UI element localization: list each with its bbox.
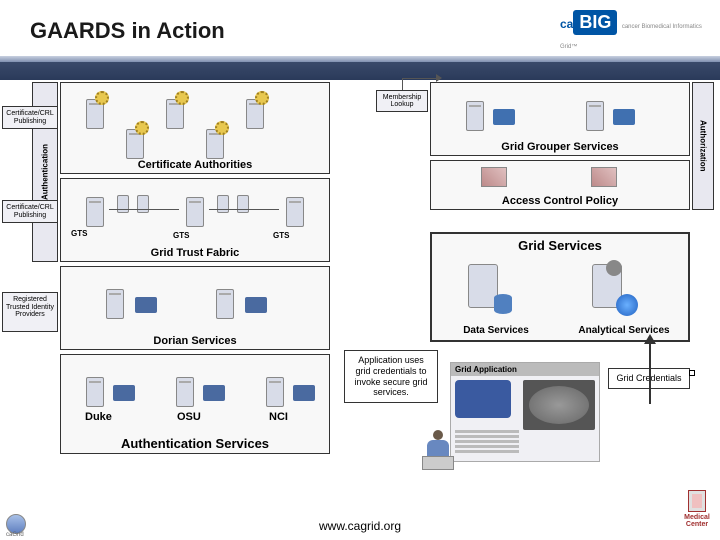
connector-line — [109, 209, 179, 210]
server-icon — [581, 93, 609, 131]
trusted-providers-callout: Registered Trusted Identity Providers — [2, 292, 58, 332]
callout-step-marker — [689, 370, 695, 376]
provider-label-duke: Duke — [85, 411, 112, 423]
data-services-label: Data Services — [436, 325, 556, 336]
arrow-line — [649, 344, 651, 404]
server-icon — [261, 369, 289, 407]
device-icon — [203, 385, 225, 401]
access-control-policy-box: Access Control Policy — [430, 160, 690, 210]
server-icon — [211, 281, 239, 319]
gts-node-label: GTS — [71, 229, 87, 238]
analytical-server-icon — [592, 264, 632, 314]
server-icon — [101, 281, 129, 319]
device-icon — [245, 297, 267, 313]
gts-node-label: GTS — [273, 231, 289, 240]
server-icon — [241, 91, 269, 129]
membership-lookup-callout: Membership Lookup — [376, 90, 428, 112]
tiny-server-icon — [217, 195, 233, 217]
medical-center-logo: Medical Center — [676, 490, 718, 540]
grid-services-title: Grid Services — [432, 238, 688, 253]
result-rows — [455, 430, 519, 460]
map-thumbnail — [455, 380, 511, 418]
provider-label-nci: NCI — [269, 411, 288, 423]
arrow-up-icon — [644, 334, 656, 344]
server-icon — [121, 121, 149, 159]
connector-line — [402, 78, 440, 79]
header-dark-bar — [0, 62, 720, 80]
user-icon — [420, 430, 456, 470]
server-icon — [81, 91, 109, 129]
server-icon — [81, 369, 109, 407]
grid-trust-fabric-box: GTS GTS GTS Grid Trust Fabric — [60, 178, 330, 262]
connector-line — [402, 78, 403, 90]
device-icon — [113, 385, 135, 401]
grid-grouper-label: Grid Grouper Services — [431, 141, 689, 153]
photo-icon — [591, 167, 617, 187]
device-icon — [293, 385, 315, 401]
authentication-services-box: Duke OSU NCI Authentication Services — [60, 354, 330, 454]
tiny-server-icon — [237, 195, 253, 217]
diagram-content: Authentication Certificate/CRL Publishin… — [0, 82, 720, 512]
tiny-server-icon — [117, 195, 133, 217]
analytical-services-label: Analytical Services — [564, 325, 684, 336]
slide-title: GAARDS in Action — [30, 18, 225, 44]
authentication-services-label: Authentication Services — [61, 436, 329, 451]
grid-trust-fabric-label: Grid Trust Fabric — [61, 247, 329, 259]
ct-scan-thumbnail — [523, 380, 595, 430]
authorization-tab: Authorization — [692, 82, 714, 210]
data-server-icon — [468, 264, 508, 314]
arrow-right-icon — [436, 74, 442, 82]
device-icon — [493, 109, 515, 125]
footer-url: www.cagrid.org — [319, 519, 401, 533]
cabig-logo: caBIG cancer Biomedical Informatics Grid… — [560, 10, 710, 60]
crl-publishing-callout-2: Certificate/CRL Publishing — [2, 200, 58, 223]
provider-label-osu: OSU — [177, 411, 201, 423]
tiny-server-icon — [137, 195, 153, 217]
application-description-callout: Application uses grid credentials to inv… — [344, 350, 438, 403]
certificate-authorities-box: Certificate Authorities — [60, 82, 330, 174]
cagrid-logo: caGrid — [6, 514, 40, 538]
server-icon — [171, 369, 199, 407]
server-icon — [161, 91, 189, 129]
connector-line — [209, 209, 279, 210]
cert-authorities-label: Certificate Authorities — [61, 159, 329, 171]
device-icon — [135, 297, 157, 313]
access-control-policy-label: Access Control Policy — [431, 195, 689, 207]
server-icon — [461, 93, 489, 131]
grid-application-panel: Grid Application — [450, 362, 600, 462]
grid-services-box: Grid Services Data Services Analytical S… — [430, 232, 690, 342]
server-icon — [281, 189, 309, 227]
photo-icon — [481, 167, 507, 187]
device-icon — [613, 109, 635, 125]
grid-application-title: Grid Application — [451, 363, 599, 376]
server-icon — [181, 189, 209, 227]
server-icon — [201, 121, 229, 159]
crl-publishing-callout-1: Certificate/CRL Publishing — [2, 106, 58, 129]
dorian-services-label: Dorian Services — [61, 335, 329, 347]
gts-node-label: GTS — [173, 231, 189, 240]
dorian-services-box: Dorian Services — [60, 266, 330, 350]
slide-footer: caGrid www.cagrid.org Medical Center — [0, 512, 720, 540]
server-icon — [81, 189, 109, 227]
grid-grouper-box: Grid Grouper Services — [430, 82, 690, 156]
